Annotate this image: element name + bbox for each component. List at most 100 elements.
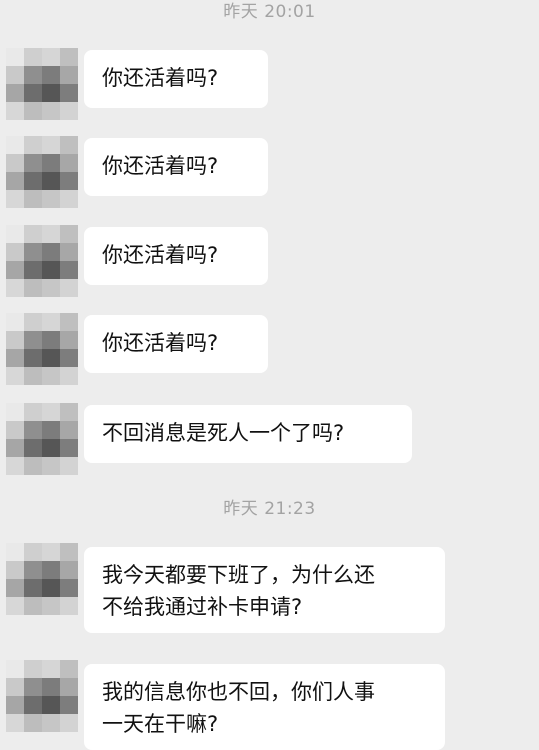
avatar-mosaic-cell (42, 154, 60, 172)
avatar-mosaic-cell (42, 172, 60, 190)
avatar-mosaic-cell (60, 84, 78, 102)
avatar-mosaic-cell (24, 457, 42, 475)
avatar-mosaic-cell (6, 154, 24, 172)
avatar-mosaic-cell (60, 261, 78, 279)
message-bubble[interactable]: 不回消息是死人一个了吗? (84, 405, 412, 463)
avatar-mosaic-cell (24, 136, 42, 154)
avatar-mosaic-cell (42, 349, 60, 367)
avatar-mosaic-cell (42, 66, 60, 84)
avatar-mosaic-cell (24, 313, 42, 331)
message-bubble[interactable]: 我的信息你也不回，你们人事 一天在干嘛? (84, 664, 445, 750)
avatar-mosaic-cell (42, 190, 60, 208)
avatar-mosaic-cell (60, 154, 78, 172)
avatar-mosaic-cell (60, 597, 78, 615)
message-bubble[interactable]: 你还活着吗? (84, 227, 268, 285)
avatar-mosaic-cell (6, 190, 24, 208)
avatar-mosaic-cell (42, 225, 60, 243)
avatar-mosaic-cell (6, 543, 24, 561)
avatar-mosaic-cell (42, 597, 60, 615)
avatar-mosaic-cell (42, 48, 60, 66)
timestamp: 昨天 20:01 (223, 2, 316, 22)
avatar-mosaic-cell (60, 279, 78, 297)
avatar-mosaic-cell (60, 660, 78, 678)
avatar-mosaic-cell (24, 172, 42, 190)
avatar-mosaic-cell (42, 543, 60, 561)
avatar-mosaic-cell (24, 421, 42, 439)
avatar-mosaic-cell (6, 696, 24, 714)
avatar-mosaic-cell (24, 696, 42, 714)
avatar-mosaic-cell (42, 84, 60, 102)
avatar-mosaic-cell (24, 279, 42, 297)
avatar[interactable] (6, 543, 78, 615)
avatar-mosaic-cell (60, 190, 78, 208)
avatar-mosaic-cell (42, 243, 60, 261)
avatar-mosaic-cell (24, 48, 42, 66)
avatar[interactable] (6, 136, 78, 208)
avatar-mosaic-cell (60, 313, 78, 331)
avatar-mosaic-cell (6, 313, 24, 331)
avatar[interactable] (6, 48, 78, 120)
avatar-mosaic-cell (60, 457, 78, 475)
chat-screen: { "chat": { "timestamps": ["昨天 20:01", "… (0, 0, 539, 750)
avatar[interactable] (6, 403, 78, 475)
avatar-mosaic-cell (42, 439, 60, 457)
avatar-mosaic-cell (42, 403, 60, 421)
message-bubble[interactable]: 你还活着吗? (84, 138, 268, 196)
avatar-mosaic-cell (6, 421, 24, 439)
avatar-mosaic-cell (24, 367, 42, 385)
avatar-mosaic-cell (24, 439, 42, 457)
avatar-mosaic-cell (6, 331, 24, 349)
avatar-mosaic-cell (24, 225, 42, 243)
avatar-mosaic-cell (6, 243, 24, 261)
avatar-mosaic-cell (24, 660, 42, 678)
avatar-mosaic-cell (42, 561, 60, 579)
avatar-mosaic-cell (42, 367, 60, 385)
avatar-mosaic-cell (6, 597, 24, 615)
message-bubble[interactable]: 你还活着吗? (84, 50, 268, 108)
avatar-mosaic-cell (42, 660, 60, 678)
avatar-mosaic-cell (60, 243, 78, 261)
avatar-mosaic-cell (6, 714, 24, 732)
avatar-mosaic-cell (6, 102, 24, 120)
avatar[interactable] (6, 225, 78, 297)
avatar-mosaic-cell (60, 421, 78, 439)
avatar-mosaic-cell (6, 261, 24, 279)
avatar-mosaic-cell (6, 439, 24, 457)
avatar-mosaic-cell (60, 136, 78, 154)
avatar-mosaic-cell (24, 331, 42, 349)
avatar-mosaic-cell (60, 172, 78, 190)
avatar-mosaic-cell (60, 349, 78, 367)
avatar-mosaic-cell (24, 154, 42, 172)
avatar-mosaic-cell (60, 403, 78, 421)
avatar-mosaic-cell (60, 225, 78, 243)
avatar-mosaic-cell (6, 84, 24, 102)
avatar-mosaic-cell (6, 48, 24, 66)
avatar-mosaic-cell (60, 48, 78, 66)
avatar-mosaic-cell (42, 261, 60, 279)
avatar-mosaic-cell (6, 367, 24, 385)
avatar-mosaic-cell (24, 561, 42, 579)
avatar-mosaic-cell (60, 579, 78, 597)
avatar-mosaic-cell (42, 279, 60, 297)
avatar-mosaic-cell (6, 136, 24, 154)
avatar-mosaic-cell (60, 331, 78, 349)
avatar-mosaic-cell (24, 84, 42, 102)
avatar-mosaic-cell (24, 714, 42, 732)
avatar-mosaic-cell (6, 457, 24, 475)
avatar[interactable] (6, 660, 78, 732)
avatar-mosaic-cell (24, 243, 42, 261)
avatar-mosaic-cell (42, 102, 60, 120)
avatar-mosaic-cell (60, 543, 78, 561)
avatar-mosaic-cell (42, 579, 60, 597)
avatar-mosaic-cell (6, 66, 24, 84)
avatar-mosaic-cell (24, 678, 42, 696)
message-bubble[interactable]: 我今天都要下班了，为什么还 不给我通过补卡申请? (84, 547, 445, 633)
message-bubble[interactable]: 你还活着吗? (84, 315, 268, 373)
avatar-mosaic-cell (6, 172, 24, 190)
avatar-mosaic-cell (42, 136, 60, 154)
avatar-mosaic-cell (24, 579, 42, 597)
avatar-mosaic-cell (6, 660, 24, 678)
avatar-mosaic-cell (24, 261, 42, 279)
avatar-mosaic-cell (42, 421, 60, 439)
avatar[interactable] (6, 313, 78, 385)
